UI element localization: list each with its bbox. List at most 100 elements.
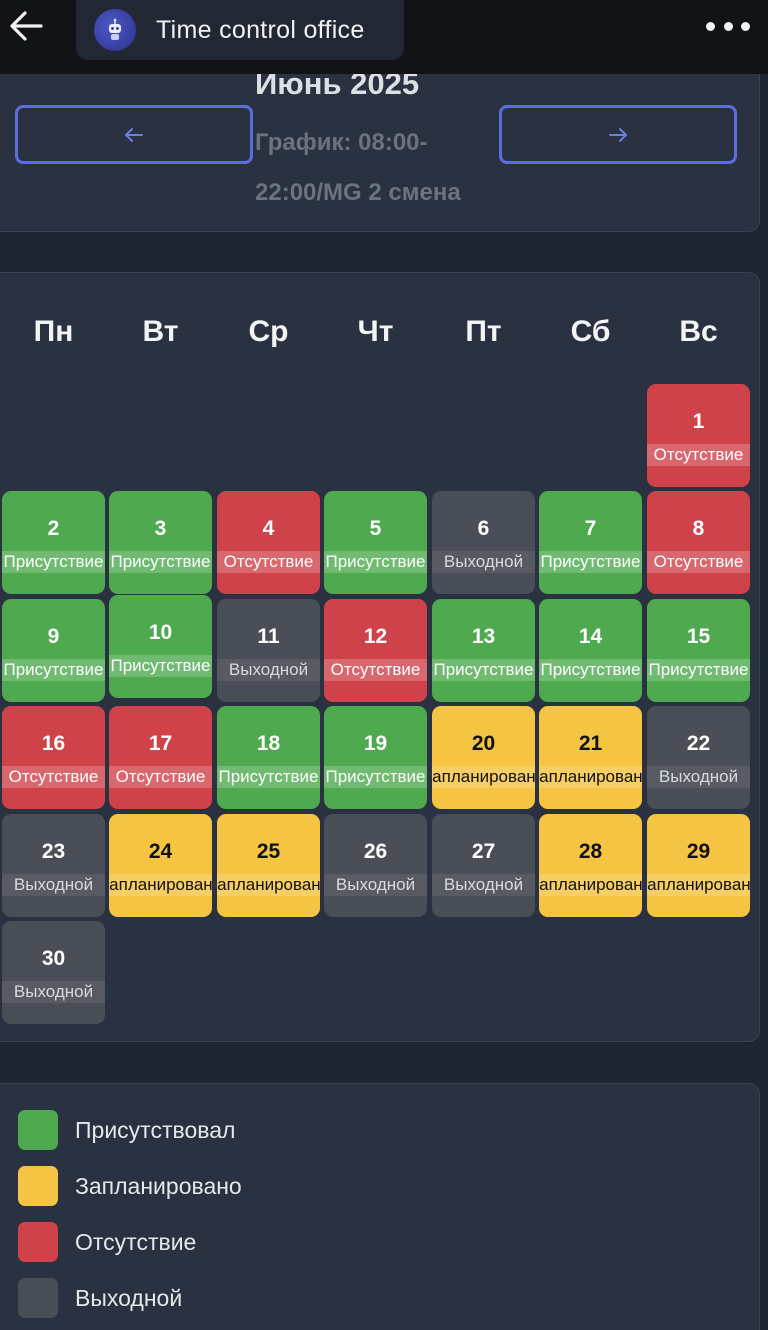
day-status-label: Отсутствие <box>324 659 427 681</box>
day-number: 1 <box>692 410 705 433</box>
legend-item-planned: Запланировано <box>18 1166 242 1206</box>
app-title: Time control office <box>156 15 365 44</box>
day-cell-7[interactable]: 7 Присутствие <box>539 491 642 594</box>
weekday-label: Ср <box>248 315 289 348</box>
back-button[interactable] <box>6 6 46 46</box>
day-status-label: Выходной <box>432 874 535 896</box>
day-cell-20[interactable]: 20 Запланировано <box>432 706 535 809</box>
day-cell-5[interactable]: 5 Присутствие <box>324 491 427 594</box>
day-cell-30[interactable]: 30 Выходной <box>2 921 105 1024</box>
top-bar: Time control office <box>0 0 768 74</box>
day-number: 2 <box>47 517 60 540</box>
day-status-label: Присутствие <box>324 766 427 788</box>
day-cell-16[interactable]: 16 Отсутствие <box>2 706 105 809</box>
day-number: 17 <box>148 732 173 755</box>
day-cell-4[interactable]: 4 Отсутствие <box>217 491 320 594</box>
day-number: 29 <box>686 840 711 863</box>
legend-item-present: Присутствовал <box>18 1110 235 1150</box>
schedule-text: График: 08:00-22:00/MG 2 смена <box>255 129 461 206</box>
day-status-label: Присутствие <box>539 551 642 573</box>
day-cell-23[interactable]: 23 Выходной <box>2 814 105 917</box>
day-number: 4 <box>262 517 275 540</box>
day-number: 30 <box>41 947 66 970</box>
day-status-label: Присутствие <box>647 659 750 681</box>
day-status-label: Отсутствие <box>2 766 105 788</box>
day-cell-25[interactable]: 25 Запланировано <box>217 814 320 917</box>
legend-label: Выходной <box>75 1284 183 1311</box>
weekday-label: Сб <box>570 315 611 348</box>
day-number: 3 <box>154 517 167 540</box>
day-number: 12 <box>363 625 388 648</box>
day-cell-28[interactable]: 28 Запланировано <box>539 814 642 917</box>
day-cell-24[interactable]: 24 Запланировано <box>109 814 212 917</box>
day-status-label: Выходной <box>2 981 105 1003</box>
day-cell-14[interactable]: 14 Присутствие <box>539 599 642 702</box>
day-status-label: Присутствие <box>539 659 642 681</box>
app-title-pill[interactable]: Time control office <box>76 0 404 60</box>
day-cell-10[interactable]: 10 Присутствие <box>109 595 212 698</box>
day-status-label: Запланировано <box>647 874 750 896</box>
day-status-label: Отсутствие <box>109 766 212 788</box>
day-status-label: Выходной <box>324 874 427 896</box>
day-number: 27 <box>471 840 496 863</box>
day-number: 25 <box>256 840 281 863</box>
day-cell-17[interactable]: 17 Отсутствие <box>109 706 212 809</box>
day-number: 7 <box>584 517 597 540</box>
day-number: 28 <box>578 840 603 863</box>
day-status-label: Запланировано <box>432 766 535 788</box>
day-cell-29[interactable]: 29 Запланировано <box>647 814 750 917</box>
weekday-label: Вт <box>142 315 179 348</box>
more-menu-button[interactable] <box>706 16 750 36</box>
day-cell-6[interactable]: 6 Выходной <box>432 491 535 594</box>
day-cell-22[interactable]: 22 Выходной <box>647 706 750 809</box>
day-cell-19[interactable]: 19 Присутствие <box>324 706 427 809</box>
weekday-label: Вс <box>679 315 718 348</box>
day-cell-1[interactable]: 1 Отсутствие <box>647 384 750 487</box>
day-number: 10 <box>148 621 173 644</box>
day-status-label: Выходной <box>647 766 750 788</box>
day-number: 8 <box>692 517 705 540</box>
day-cell-26[interactable]: 26 Выходной <box>324 814 427 917</box>
more-horizontal-icon <box>706 21 715 31</box>
day-status-label: Запланировано <box>539 874 642 896</box>
day-cell-18[interactable]: 18 Присутствие <box>217 706 320 809</box>
day-number: 19 <box>363 732 388 755</box>
day-status-label: Присутствие <box>2 551 105 573</box>
day-number: 5 <box>369 517 382 540</box>
day-status-label: Присутствие <box>324 551 427 573</box>
day-number: 9 <box>47 625 60 648</box>
day-cell-13[interactable]: 13 Присутствие <box>432 599 535 702</box>
legend-label: Отсутствие <box>75 1228 197 1255</box>
legend-item-off: Выходной <box>18 1278 182 1318</box>
prev-month-button[interactable] <box>15 105 253 164</box>
day-cell-9[interactable]: 9 Присутствие <box>2 599 105 702</box>
day-number: 14 <box>578 625 603 648</box>
day-cell-2[interactable]: 2 Присутствие <box>2 491 105 594</box>
day-number: 16 <box>41 732 66 755</box>
day-cell-12[interactable]: 12 Отсутствие <box>324 599 427 702</box>
arrow-left-icon <box>10 11 43 41</box>
day-status-label: Запланировано <box>217 874 320 896</box>
day-number: 20 <box>471 732 496 755</box>
day-status-label: Выходной <box>2 874 105 896</box>
day-cell-15[interactable]: 15 Присутствие <box>647 599 750 702</box>
day-cell-8[interactable]: 8 Отсутствие <box>647 491 750 594</box>
day-status-label: Запланировано <box>109 874 212 896</box>
day-status-label: Запланировано <box>539 766 642 788</box>
day-number: 21 <box>578 732 603 755</box>
legend-label: Запланировано <box>75 1172 242 1199</box>
day-cell-27[interactable]: 27 Выходной <box>432 814 535 917</box>
weekday-label: Чт <box>357 315 394 348</box>
legend-swatch <box>18 1166 58 1206</box>
day-cell-11[interactable]: 11 Выходной <box>217 599 320 702</box>
day-number: 11 <box>257 625 280 648</box>
arrow-left-icon <box>125 127 143 142</box>
day-cell-3[interactable]: 3 Присутствие <box>109 491 212 594</box>
day-number: 24 <box>148 840 173 863</box>
legend-swatch <box>18 1278 58 1318</box>
legend-label: Присутствовал <box>75 1116 236 1143</box>
next-month-button[interactable] <box>499 105 737 164</box>
day-number: 22 <box>686 732 711 755</box>
day-cell-21[interactable]: 21 Запланировано <box>539 706 642 809</box>
day-number: 13 <box>471 625 496 648</box>
